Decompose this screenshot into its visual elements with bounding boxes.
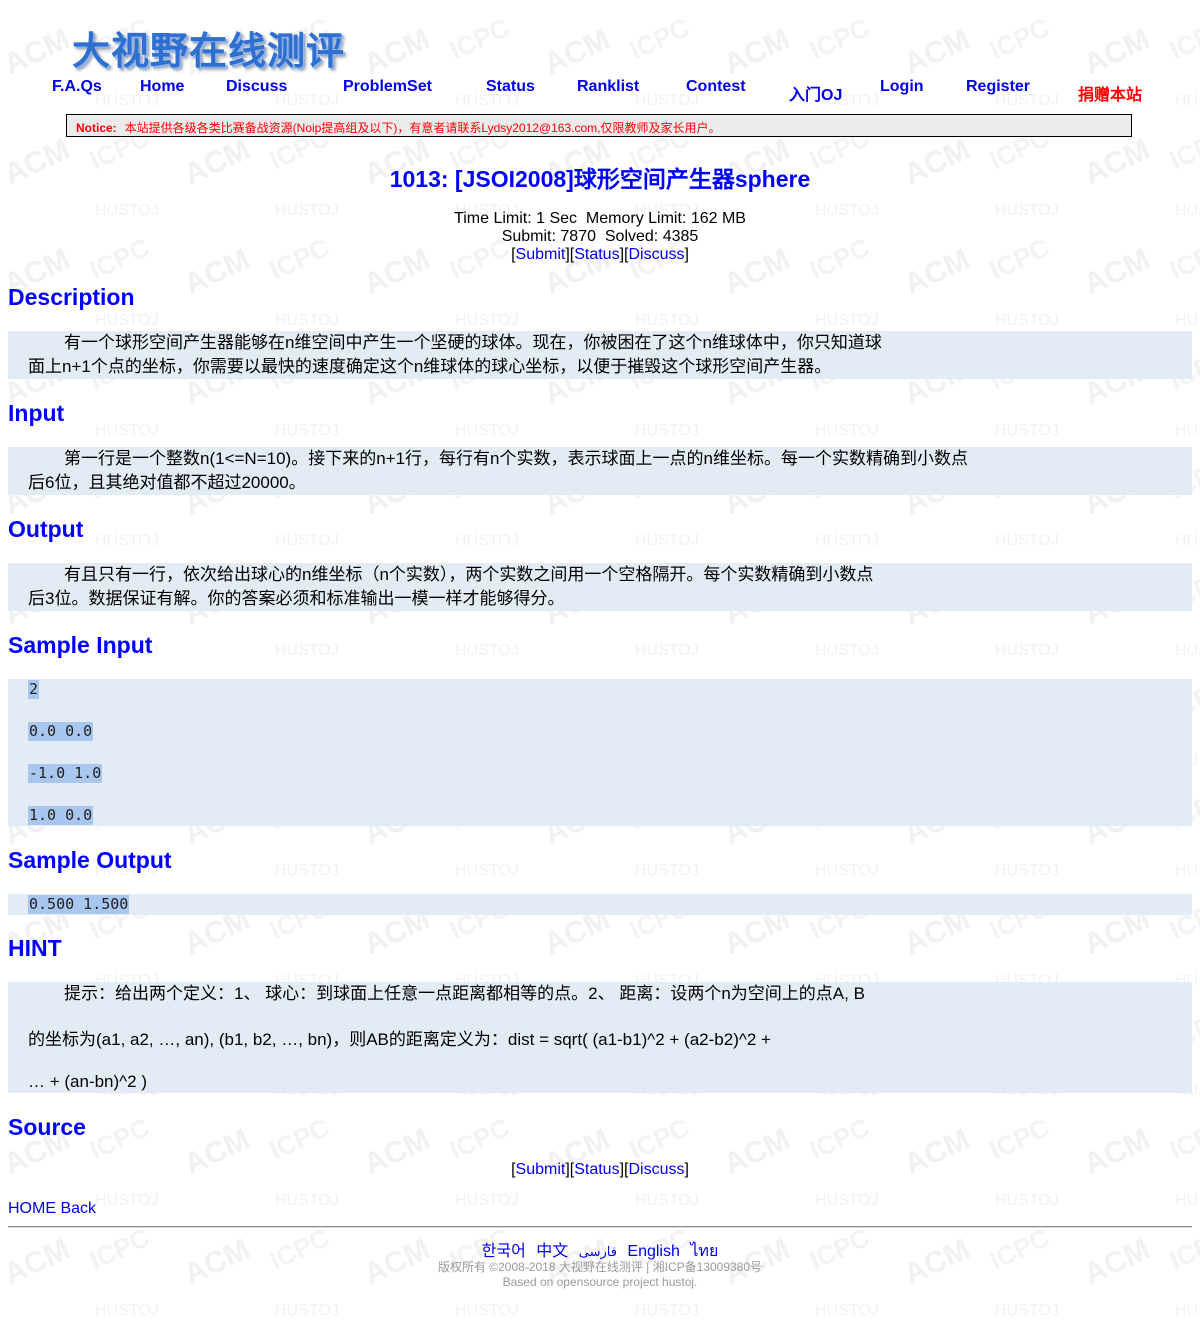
description-content: 有一个球形空间产生器能够在n维空间中产生一个坚硬的球体。现在，你被困在了这个n维… <box>8 331 1192 379</box>
site-logo[interactable]: 大视野在线测评 <box>72 20 345 75</box>
description-line: 面上n+1个点的坐标，你需要以最快的速度确定这个n维球体的球心坐标，以便于摧毁这… <box>28 357 832 376</box>
sample-input-line: 2 <box>28 680 40 699</box>
hint-line: 提示：给出两个定义：1、 球心：到球面上任意一点距离都相等的点。2、 距离：设两… <box>64 984 865 1003</box>
based-on-text: Based on opensource project hustoj. <box>502 1275 698 1289</box>
memory-limit: Memory Limit: 162 MB <box>585 210 746 227</box>
nav-status[interactable]: Status <box>486 78 535 96</box>
sample-output-line: 0.500 1.500 <box>28 895 130 914</box>
stats-line: Submit: 7870 Solved: 4385 <box>0 228 1200 246</box>
sample-input-content: 2 0.0 0.0 -1.0 1.0 1.0 0.0 <box>8 679 1192 826</box>
nav-home[interactable]: Home <box>140 78 184 96</box>
time-limit: Time Limit: 1 Sec <box>454 210 578 227</box>
notice-text: 本站提供各级各类比赛备战资源(Noip提高组及以下)，有意者请联系Lydsy20… <box>124 121 721 135</box>
home-link[interactable]: HOME <box>8 1200 56 1217</box>
top-navigation: F.A.Qs Home Discuss ProblemSet Status Ra… <box>0 78 1200 105</box>
submit-link[interactable]: Submit <box>516 246 566 263</box>
input-heading: Input <box>8 400 65 426</box>
sample-input-line: -1.0 1.0 <box>28 764 103 783</box>
nav-donate[interactable]: 捐赠本站 <box>1078 81 1142 105</box>
solved-count: Solved: 4385 <box>604 228 699 245</box>
hint-content: 提示：给出两个定义：1、 球心：到球面上任意一点距离都相等的点。2、 距离：设两… <box>8 982 1192 1093</box>
discuss-link[interactable]: Discuss <box>628 1161 684 1178</box>
sample-input-heading: Sample Input <box>8 632 153 658</box>
limits-line: Time Limit: 1 Sec Memory Limit: 162 MB <box>0 210 1200 228</box>
nav-faqs[interactable]: F.A.Qs <box>52 78 102 96</box>
nav-beginner-oj[interactable]: 入门OJ <box>789 81 842 105</box>
submit-link[interactable]: Submit <box>516 1161 566 1178</box>
watermark-background: ACM ICPC HUSTOJ <box>0 0 1200 1325</box>
input-line: 后6位，且其绝对值都不超过20000。 <box>28 473 306 492</box>
description-line: 有一个球形空间产生器能够在n维空间中产生一个坚硬的球体。现在，你被困在了这个n维… <box>64 333 882 352</box>
problem-links-top: [Submit][Status][Discuss] <box>511 246 689 263</box>
nav-discuss[interactable]: Discuss <box>226 78 287 96</box>
nav-contest[interactable]: Contest <box>686 78 746 96</box>
nav-login[interactable]: Login <box>880 78 924 96</box>
nav-register[interactable]: Register <box>966 78 1030 96</box>
sample-output-heading: Sample Output <box>8 847 172 873</box>
discuss-link[interactable]: Discuss <box>628 246 684 263</box>
output-heading: Output <box>8 516 84 542</box>
sample-output-content: 0.500 1.500 <box>8 894 1192 915</box>
problem-title: 1013: [JSOI2008]球形空间产生器sphere <box>389 166 811 192</box>
copyright-text: 版权所有 ©2008-2018 大视野在线测评 | 湘ICP备13009380号 <box>437 1260 763 1274</box>
input-content: 第一行是一个整数n(1<=N=10)。接下来的n+1行，每行有n个实数，表示球面… <box>8 447 1192 495</box>
output-line: 后3位。数据保证有解。你的答案必须和标准输出一模一样才能够得分。 <box>28 589 565 608</box>
problem-links-bottom: [Submit][Status][Discuss] <box>511 1161 689 1178</box>
back-link[interactable]: Back <box>60 1200 96 1217</box>
output-content: 有且只有一行，依次给出球心的n维坐标（n个实数），两个实数之间用一个空格隔开。每… <box>8 563 1192 611</box>
nav-ranklist[interactable]: Ranklist <box>577 78 639 96</box>
lang-persian[interactable]: فارسی <box>579 1244 617 1259</box>
notice-bar: Notice: 本站提供各级各类比赛备战资源(Noip提高组及以下)，有意者请联系… <box>66 114 1132 137</box>
hint-line: 的坐标为(a1, a2, …, an), (b1, b2, …, bn)，则AB… <box>28 1030 771 1049</box>
sample-input-line: 1.0 0.0 <box>28 806 94 825</box>
nav-problemset[interactable]: ProblemSet <box>343 78 432 96</box>
output-line: 有且只有一行，依次给出球心的n维坐标（n个实数），两个实数之间用一个空格隔开。每… <box>64 565 874 584</box>
status-link[interactable]: Status <box>574 246 619 263</box>
submit-count: Submit: 7870 <box>501 228 596 245</box>
status-link[interactable]: Status <box>574 1161 619 1178</box>
source-heading: Source <box>8 1114 86 1140</box>
input-line: 第一行是一个整数n(1<=N=10)。接下来的n+1行，每行有n个实数，表示球面… <box>64 449 968 468</box>
footer-divider <box>8 1226 1192 1228</box>
hint-heading: HINT <box>8 935 62 961</box>
sample-input-line: 0.0 0.0 <box>28 722 94 741</box>
home-back-links: HOME Back <box>8 1200 96 1218</box>
notice-label: Notice: <box>76 121 117 135</box>
description-heading: Description <box>8 284 135 310</box>
hint-line: … + (an-bn)^2 ) <box>28 1072 147 1091</box>
